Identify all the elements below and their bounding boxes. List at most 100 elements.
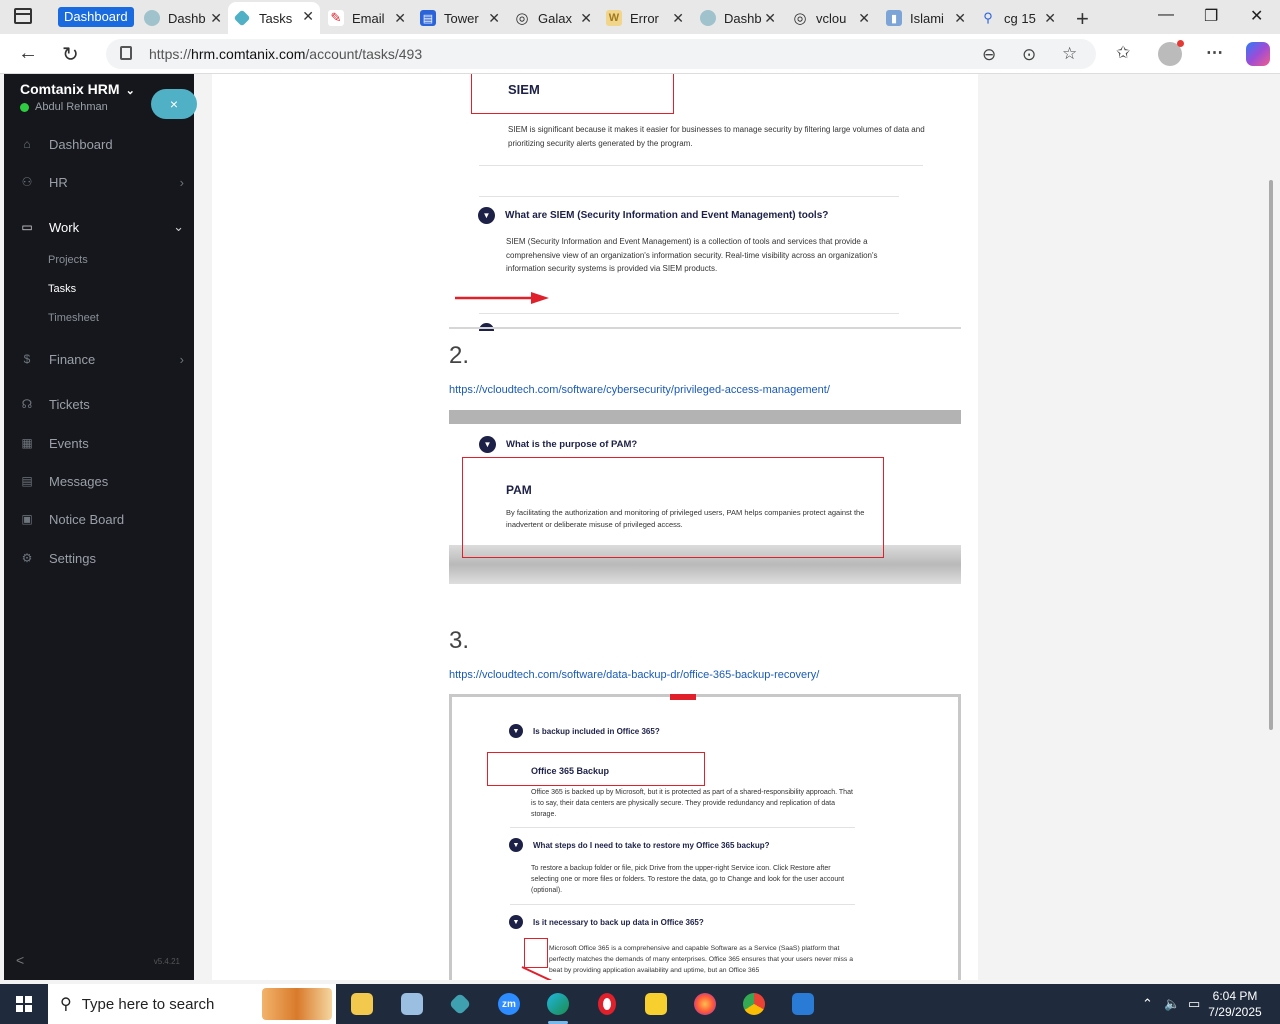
tab-error[interactable]: W Error ✕	[602, 4, 690, 32]
url-field[interactable]: https://hrm.comtanix.com/account/tasks/4…	[106, 39, 1096, 69]
siem-box-text: SIEM is significant because it makes it …	[508, 125, 925, 148]
o365-question-1[interactable]: ▼ Is backup included in Office 365?	[509, 724, 660, 738]
tab-galaxy[interactable]: ◎ Galax ✕	[510, 4, 598, 32]
close-tab-icon[interactable]: ✕	[1044, 10, 1056, 27]
zoom-icon[interactable]: zm	[491, 990, 527, 1018]
section-2-number: 2.	[449, 342, 470, 369]
sidebar-item-hr[interactable]: ⚇ HR ›	[4, 167, 194, 197]
comtanix-icon	[144, 10, 160, 26]
sidebar-item-messages[interactable]: ▤ Messages	[4, 466, 194, 496]
close-tab-icon[interactable]: ✕	[210, 10, 222, 27]
section-2-link[interactable]: https://vcloudtech.com/software/cybersec…	[449, 384, 830, 396]
favorite-star-icon[interactable]: ☆	[1062, 44, 1077, 64]
chevron-down-icon: ⌄	[173, 219, 184, 234]
sidebar-item-tickets[interactable]: ☊ Tickets	[4, 389, 194, 419]
back-icon[interactable]: ←	[18, 42, 38, 65]
paint-icon[interactable]	[394, 990, 430, 1018]
minimize-icon[interactable]: —	[1158, 6, 1174, 24]
close-tab-icon[interactable]: ✕	[580, 10, 592, 27]
close-tab-icon[interactable]: ✕	[858, 10, 870, 27]
app-version: v5.4.21	[153, 957, 180, 966]
copilot-icon[interactable]	[1246, 42, 1270, 66]
o365-question-2[interactable]: ▼ What steps do I need to take to restore…	[509, 838, 770, 852]
file-explorer-icon[interactable]	[344, 990, 380, 1018]
close-tab-icon[interactable]: ✕	[954, 10, 966, 27]
o365-question-3[interactable]: ▼ Is it necessary to back up data in Offi…	[509, 915, 704, 929]
windows-start-icon[interactable]	[16, 996, 32, 1012]
tab-actions-icon[interactable]	[14, 8, 32, 24]
chevron-right-icon: ›	[179, 351, 184, 367]
volume-icon[interactable]: 🔈	[1164, 996, 1180, 1012]
online-status-icon	[20, 102, 29, 112]
app-diamond-icon[interactable]	[442, 990, 478, 1018]
section-3-link[interactable]: https://vcloudtech.com/software/data-bac…	[449, 669, 819, 681]
sidebar-item-projects[interactable]: Projects	[48, 254, 88, 266]
close-tab-icon[interactable]: ✕	[394, 10, 406, 27]
siem-box-title: SIEM	[508, 82, 540, 97]
close-tab-icon[interactable]: ✕	[302, 8, 314, 25]
search-icon: ⚲	[60, 996, 72, 1013]
show-hidden-icons[interactable]: ⌃	[1142, 996, 1153, 1012]
sidebar-item-notice-board[interactable]: ▣ Notice Board	[4, 504, 194, 534]
chevron-down-icon: ▼	[509, 724, 523, 738]
tab-tasks[interactable]: Tasks ✕	[228, 2, 320, 34]
sidebar-item-dashboard[interactable]: ⌂ Dashboard	[4, 129, 194, 159]
vscode-icon[interactable]	[785, 990, 821, 1018]
message-icon: ▤	[21, 474, 33, 488]
gear-icon: ⚙	[21, 551, 33, 565]
tab-email[interactable]: ✎ Email ✕	[324, 4, 412, 32]
close-tab-icon[interactable]: ✕	[672, 10, 684, 27]
scrollbar-thumb[interactable]	[1269, 180, 1273, 730]
tab-dashb-1[interactable]: Dashb ✕	[140, 4, 228, 32]
chevron-right-icon: ›	[179, 174, 184, 190]
edge-icon[interactable]	[540, 990, 576, 1024]
profile-avatar[interactable]	[1158, 40, 1184, 66]
restore-icon[interactable]: ❐	[1204, 6, 1218, 26]
sticky-notes-icon[interactable]	[638, 990, 674, 1018]
close-sidebar-button[interactable]: ×	[151, 89, 197, 119]
sidebar-item-events[interactable]: ▦ Events	[4, 428, 194, 458]
tab-vcloud[interactable]: ◎ vclou ✕	[788, 4, 876, 32]
network-icon[interactable]: ▭	[1188, 996, 1200, 1012]
sidebar-item-settings[interactable]: ⚙ Settings	[4, 543, 194, 573]
globe-icon: ◎	[793, 10, 807, 27]
reading-icon[interactable]: ⊙	[1022, 45, 1036, 65]
tab-islamic[interactable]: ▮ Islami ✕	[882, 4, 972, 32]
tab-tower[interactable]: ▤ Tower ✕	[416, 4, 506, 32]
close-window-icon[interactable]: ✕	[1250, 6, 1263, 26]
sidebar-item-work[interactable]: ▭ Work ⌄	[4, 212, 194, 242]
taskbar-clock[interactable]: 6:04 PM 7/29/2025	[1200, 988, 1270, 1020]
search-highlight-image	[262, 988, 332, 1020]
zoom-out-icon[interactable]: ⊖	[982, 45, 996, 65]
sidebar-item-timesheet[interactable]: Timesheet	[48, 312, 99, 324]
sidebar-item-finance[interactable]: $ Finance ›	[4, 344, 194, 374]
taskbar-search-input[interactable]: ⚲ Type here to search	[48, 984, 336, 1024]
more-menu-icon[interactable]: ⋯	[1206, 43, 1223, 63]
screenshot-top-tag	[670, 694, 696, 700]
opera-icon[interactable]	[589, 990, 625, 1018]
search-icon: ⚲	[983, 10, 993, 25]
collapse-sidebar-icon[interactable]: <	[16, 952, 24, 968]
divider	[479, 313, 899, 314]
refresh-icon[interactable]: ↻	[62, 42, 79, 67]
close-tab-icon[interactable]: ✕	[488, 10, 500, 27]
firefox-icon[interactable]	[687, 990, 723, 1018]
url-host: hrm.comtanix.com	[191, 46, 306, 62]
o365-answer-3: Microsoft Office 365 is a comprehensive …	[549, 945, 853, 974]
app-sidebar: Comtanix HRM ⌄ Abdul Rehman × ⌂ Dashboard …	[4, 74, 197, 980]
favorites-icon[interactable]: ✩	[1116, 43, 1130, 63]
task-description-content: SIEM SIEM is significant because it make…	[212, 74, 978, 980]
new-tab-button[interactable]: +	[1076, 6, 1089, 32]
page-scrollbar[interactable]	[1266, 74, 1276, 980]
browser-tab-bar: Dashboard Dashb ✕ Tasks ✕ ✎ Email ✕ ▤ To…	[0, 0, 1280, 34]
divider	[510, 827, 855, 828]
tab-cg[interactable]: ⚲ cg 15 ✕	[976, 4, 1062, 32]
tab-dashb-2[interactable]: Dashb ✕	[696, 4, 782, 32]
sidebar-item-tasks[interactable]: Tasks	[48, 283, 76, 295]
close-tab-icon[interactable]: ✕	[764, 10, 776, 27]
siem-question[interactable]: ▼ What are SIEM (Security Information and…	[478, 207, 828, 224]
pam-question[interactable]: ▼ What is the purpose of PAM?	[479, 436, 637, 453]
tab-dashboard-badge[interactable]: Dashboard	[58, 7, 134, 27]
brand-switcher[interactable]: Comtanix HRM ⌄	[20, 81, 135, 97]
chrome-icon[interactable]	[736, 990, 772, 1018]
